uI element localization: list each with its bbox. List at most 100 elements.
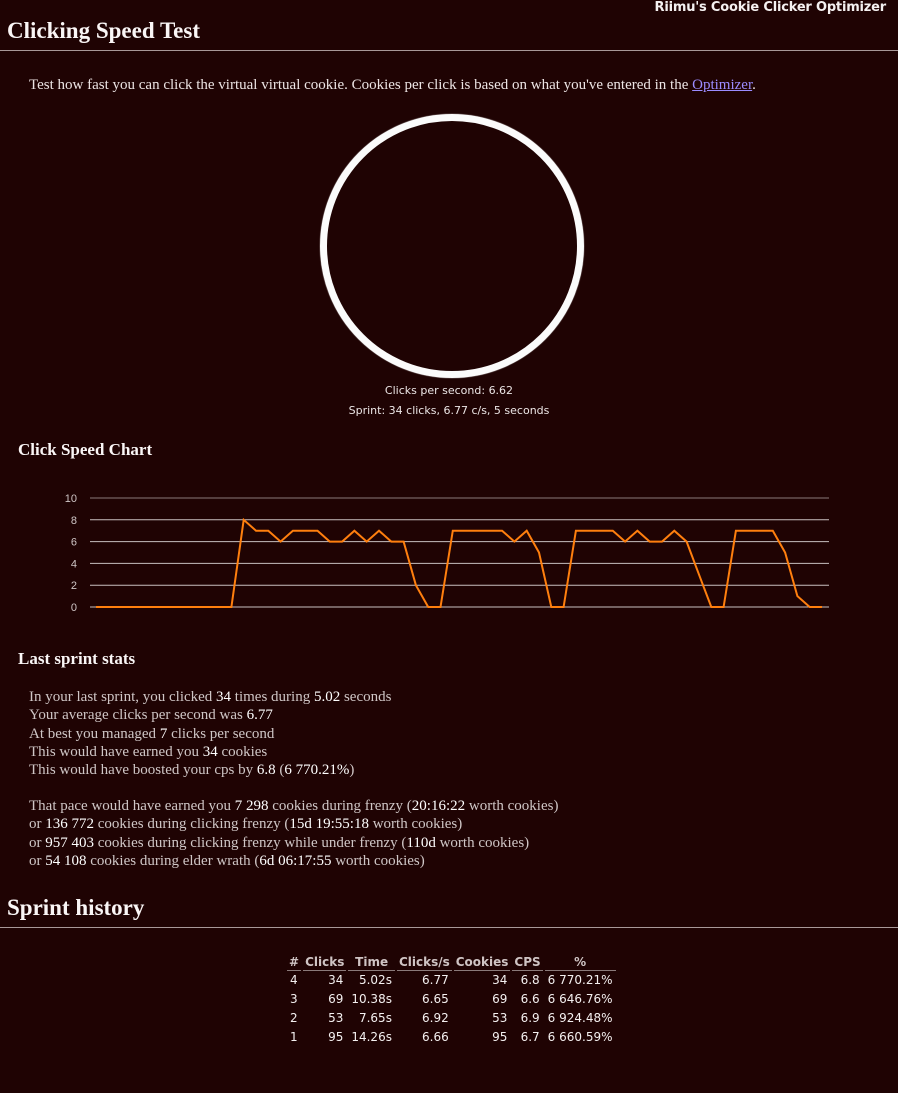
cell-pct: 6 924.48% (547, 1011, 613, 1025)
frenzy-stat-value: 15d 19:55:18 (289, 816, 369, 833)
y-tick-label: 0 (71, 602, 77, 614)
sprint-history-header: Sprint history (0, 895, 898, 928)
cell-clicks-per-sec: 6.66 (422, 1030, 449, 1044)
sprint-stat-line: This would have earned you 34 cookies (29, 743, 391, 761)
cell-cps: 6.8 (520, 973, 540, 987)
cell-idx: 4 (290, 973, 298, 987)
table-row: 2 53 7.65s 6.92 53 6.9 6 924.48% (287, 1009, 616, 1028)
column-header-clicks-per-sec: Clicks/s (396, 955, 452, 971)
cell-idx: 3 (290, 992, 298, 1006)
cps-readout: Clicks per second: 6.62 (384, 384, 514, 397)
cell-idx: 2 (290, 1011, 298, 1025)
table-row: 1 95 14.26s 6.66 95 6.7 6 660.59% (287, 1028, 616, 1047)
cell-time: 7.65s (358, 1011, 392, 1025)
column-header-clicks: Clicks (303, 955, 347, 971)
y-tick-label: 4 (71, 558, 77, 570)
sprint-stat-value: 5.02 (313, 689, 341, 705)
frenzy-stat-line: or 957 403 cookies during clicking frenz… (29, 834, 558, 852)
sprint-history-table: # Clicks Time Clicks/s Cookies CPS% 4 34 5.02s 6… (285, 954, 618, 1047)
cell-time: 14.26s (351, 1030, 392, 1044)
cell-idx: 1 (290, 1030, 298, 1044)
sprint-stat-line: Your average clicks per second was 6.77 (29, 706, 391, 724)
last-sprint-stats: In your last sprint, you clicked 34 time… (29, 688, 391, 779)
optimizer-link[interactable]: Optimizer (692, 77, 752, 93)
frenzy-stat-text: cookies during frenzy ( (268, 798, 412, 814)
column-header-pct: % (544, 954, 616, 971)
sprint-stat-value: 6 770.21% (284, 762, 350, 779)
frenzy-stat-text: cookies during elder wrath ( (86, 852, 260, 869)
y-tick-label: 8 (71, 515, 77, 527)
frenzy-stat-text: or (29, 852, 46, 869)
frenzy-stat-value: 957 403 (45, 834, 94, 851)
sprint-stat-line: This would have boosted your cps by 6.8 … (29, 761, 391, 779)
frenzy-stat-value: 6d 06:17:55 (259, 852, 332, 869)
table-header-row: # Clicks Time Clicks/s Cookies CPS% (287, 954, 616, 971)
cell-cps: 6.9 (520, 1011, 540, 1025)
cell-cookies: 95 (492, 1030, 508, 1044)
sprint-stat-text: Your average clicks per second was (29, 707, 247, 724)
cell-clicks-per-sec: 6.92 (422, 1011, 449, 1025)
frenzy-stat-line: That pace would have earned you 7 298 co… (29, 797, 558, 815)
sprint-history-title: Sprint history (7, 895, 145, 920)
cell-pct: 6 770.21% (547, 973, 613, 987)
frenzy-stat-text: cookies during clicking frenzy while und… (94, 834, 407, 851)
sprint-stat-text: clicks per second (167, 725, 275, 742)
frenzy-stat-text: worth cookies) (331, 852, 425, 869)
sprint-stat-text: times during (231, 689, 314, 705)
cell-clicks-per-sec: 6.65 (422, 992, 449, 1006)
sprint-stat-line: At best you managed 7 clicks per second (29, 725, 391, 743)
cell-cps: 6.7 (520, 1030, 540, 1044)
frenzy-stats: That pace would have earned you 7 298 co… (29, 797, 558, 870)
sprint-stat-text: This would have earned you (29, 743, 203, 760)
frenzy-stat-text: worth cookies) (368, 816, 463, 833)
sprint-stat-text: cookies (217, 743, 268, 760)
frenzy-stat-line: or 54 108 cookies during elder wrath (6d… (29, 852, 558, 870)
sprint-readout: Sprint: 34 clicks, 6.77 c/s, 5 seconds (348, 404, 550, 417)
column-header-idx: # (287, 955, 302, 971)
frenzy-stat-text: or (29, 834, 46, 851)
y-tick-label: 2 (71, 580, 77, 592)
column-header-cookies: Cookies (453, 955, 511, 971)
chart-title: Click Speed Chart (18, 440, 153, 459)
cell-pct: 6 646.76% (547, 992, 613, 1006)
column-header-time: Time (348, 954, 395, 971)
frenzy-stat-text: or (29, 816, 46, 833)
cell-pct: 6 660.59% (547, 1030, 613, 1044)
sprint-stat-value: 34 (202, 743, 218, 760)
cell-clicks: 34 (328, 973, 344, 987)
cell-clicks: 53 (328, 1011, 344, 1025)
cell-clicks-per-sec: 6.77 (422, 973, 449, 987)
frenzy-stat-text: That pace would have earned you (29, 798, 235, 814)
frenzy-stat-value: 54 108 (45, 852, 87, 869)
app-title: Riimu's Cookie Clicker Optimizer (654, 0, 887, 15)
click-speed-chart: 0 2 4 6 8 10 (65, 493, 829, 614)
sprint-stat-text: In your last sprint, you clicked (29, 689, 217, 705)
cell-clicks: 69 (328, 992, 344, 1006)
sprint-stat-text: At best you managed (29, 725, 160, 742)
frenzy-stat-value: 110d (406, 834, 436, 851)
sprint-stat-text: ) (349, 762, 355, 779)
cell-cookies: 34 (492, 973, 508, 987)
frenzy-stat-line: or 136 772 cookies during clicking frenz… (29, 815, 558, 833)
frenzy-stat-text: worth cookies) (435, 834, 530, 851)
frenzy-stat-value: 136 772 (45, 816, 94, 833)
sprint-stat-value: 6.77 (246, 707, 273, 724)
sprint-stat-line: In your last sprint, you clicked 34 time… (29, 688, 391, 706)
y-tick-label: 6 (71, 537, 77, 549)
sprint-stat-value: 34 (216, 689, 232, 705)
cell-cookies: 69 (492, 992, 508, 1006)
sprint-stat-value: 6.8 (256, 762, 276, 779)
table-row: 4 34 5.02s 6.77 34 6.8 6 770.21% (287, 971, 616, 990)
speed-test-header: Clicking Speed Test (0, 18, 898, 51)
cell-cps: 6.6 (520, 992, 540, 1006)
frenzy-stat-text: cookies during clicking frenzy ( (94, 816, 290, 833)
column-header-cps: CPS (512, 955, 543, 971)
table-row: 3 69 10.38s 6.65 69 6.6 6 646.76% (287, 990, 616, 1009)
virtual-cookie-button[interactable] (320, 114, 584, 378)
y-tick-label: 10 (65, 493, 77, 505)
cell-time: 10.38s (351, 992, 392, 1006)
intro-text-end: . (752, 77, 756, 93)
cell-time: 5.02s (358, 973, 392, 987)
cell-clicks: 95 (328, 1030, 344, 1044)
last-sprint-title: Last sprint stats (18, 649, 136, 668)
